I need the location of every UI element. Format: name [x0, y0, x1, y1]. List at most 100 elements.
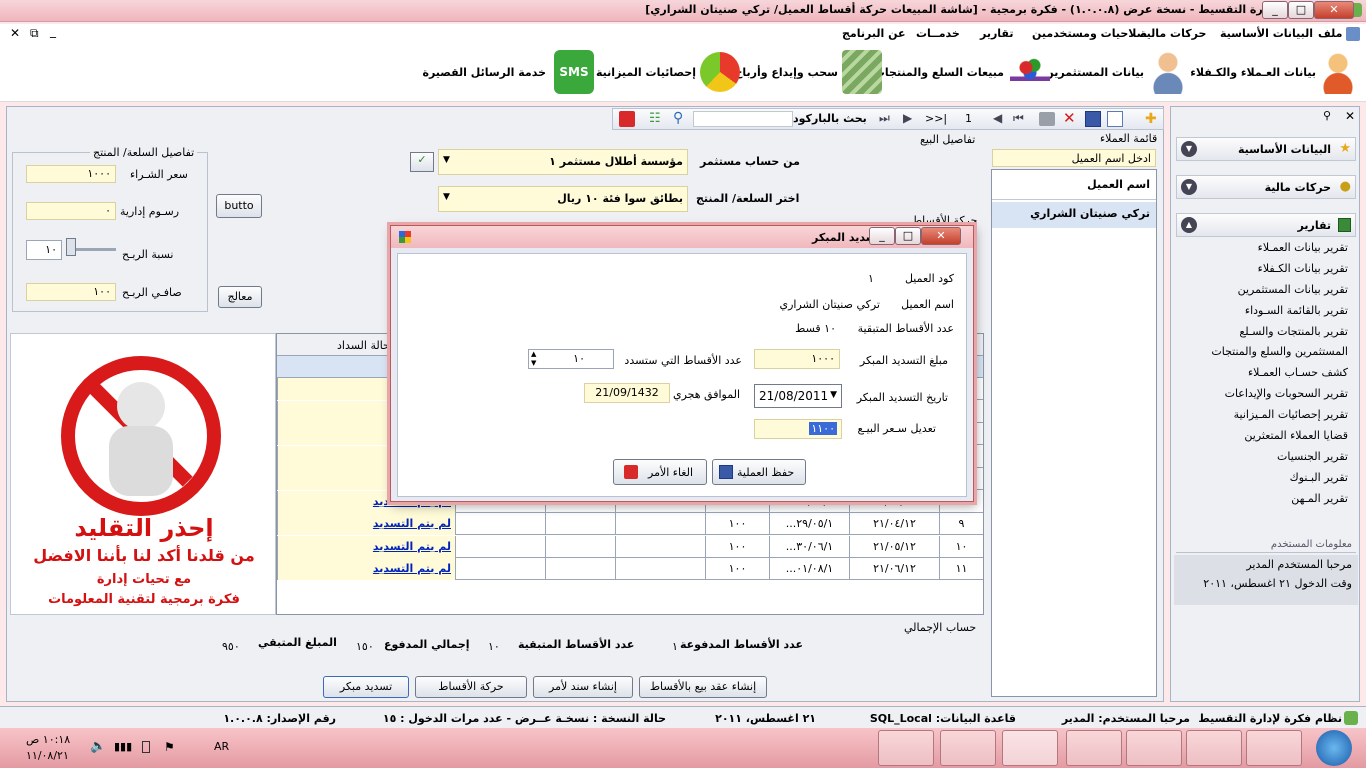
- prev-record-icon[interactable]: ▶: [903, 111, 912, 125]
- slider-thumb[interactable]: [66, 238, 76, 256]
- table-row[interactable]: لم يتم التسديد ١٠٠ ...٠١/٠٨/١ ٢١/٠٦/١٢ ١١: [277, 558, 983, 580]
- net-profit-input[interactable]: ١٠٠: [26, 283, 116, 301]
- taskbar-ie-icon[interactable]: [1066, 730, 1122, 766]
- cart-icon: [1010, 50, 1050, 94]
- mdi-restore-button[interactable]: ⧉: [30, 26, 39, 41]
- sidebar-report-item[interactable]: المستثمرين والسلع والمنتجات: [1176, 345, 1350, 366]
- save-operation-button[interactable]: حفظ العملية: [712, 459, 806, 485]
- dialog-minimize-button[interactable]: _: [869, 227, 895, 245]
- sidebar-report-item[interactable]: قضايا العملاء المتعثرين: [1176, 429, 1350, 450]
- toolbar-customers[interactable]: بيانات العـملاء والكـفلاء: [1190, 44, 1360, 102]
- save-icon[interactable]: [1085, 111, 1101, 127]
- taskbar-media-icon[interactable]: [1186, 730, 1242, 766]
- sidebar-report-item[interactable]: تقرير بالمنتجات والسـلع: [1176, 325, 1350, 346]
- profit-ratio-stepper[interactable]: ١٠: [26, 240, 62, 260]
- menu-reports[interactable]: تقارير: [980, 27, 1013, 40]
- clock-time[interactable]: ١٠:١٨ ص: [26, 733, 70, 746]
- clock-date[interactable]: ١١/٠٨/٢١: [26, 749, 69, 762]
- page-nav[interactable]: >>|: [925, 112, 947, 125]
- menu-file[interactable]: ملف: [1318, 27, 1342, 40]
- chevron-up-icon[interactable]: ▲: [531, 350, 536, 358]
- taskbar-app-icon[interactable]: [940, 730, 996, 766]
- process-button[interactable]: معالج: [218, 286, 262, 308]
- tray-signal-icon[interactable]: ▮▮▮: [114, 740, 132, 753]
- language-indicator[interactable]: AR: [214, 740, 229, 753]
- table-cell[interactable]: لم يتم التسديد: [277, 513, 455, 535]
- taskbar-explorer-icon[interactable]: [1246, 730, 1302, 766]
- installments-movement-button[interactable]: حركة الأقساط: [415, 676, 527, 698]
- generic-button[interactable]: butto: [216, 194, 262, 218]
- payment-date-picker[interactable]: 21/08/2011 ▼: [754, 384, 842, 408]
- product-select[interactable]: بطائق سوا فئة ١٠ ريال ▼: [438, 186, 688, 212]
- table-row[interactable]: لم يتم التسديد ١٠٠ ...٢٩/٠٥/١ ٢١/٠٤/١٢ ٩: [277, 513, 983, 535]
- tray-volume-icon[interactable]: 🔈: [90, 739, 106, 754]
- cancel-button[interactable]: الغاء الأمر: [613, 459, 707, 485]
- create-contract-button[interactable]: إنشاء عقد بيع بالأقساط: [639, 676, 767, 698]
- last-record-icon[interactable]: ⏮: [1013, 111, 1024, 126]
- first-record-icon[interactable]: ⏭: [879, 111, 890, 126]
- menu-services[interactable]: خدمــات: [916, 27, 960, 40]
- table-cell[interactable]: لم يتم التسديد: [277, 558, 455, 580]
- sidebar-report-item[interactable]: تقرير بالقائمة السـوداء: [1176, 304, 1350, 325]
- barcode-input[interactable]: [693, 111, 793, 127]
- next-record-icon[interactable]: ◀: [993, 111, 1002, 125]
- toolbar-withdraw[interactable]: سحب وإيداع وأرباح: [734, 44, 882, 102]
- sidebar-report-item[interactable]: تقرير البـنوك: [1176, 471, 1350, 492]
- edit-icon[interactable]: [1107, 111, 1123, 127]
- sidebar-section-basic[interactable]: ★ البيانات الأساسية ▼: [1176, 137, 1356, 161]
- sidebar-report-item[interactable]: تقرير بيانات الكـفلاء: [1176, 262, 1350, 283]
- early-amount-input[interactable]: ١٠٠٠: [754, 349, 840, 369]
- dialog-close-button[interactable]: ✕: [921, 227, 961, 245]
- filter-icon[interactable]: ☷: [649, 111, 661, 126]
- toolbar-sms[interactable]: SMS خدمة الرسائل القصيرة: [422, 44, 594, 102]
- early-payment-button[interactable]: تسديد مبكر: [323, 676, 409, 698]
- sidebar-section-financial[interactable]: ● حركات مالية ▼: [1176, 175, 1356, 199]
- mdi-minimize-button[interactable]: _: [50, 24, 56, 38]
- sidebar-report-item[interactable]: كشف حسـاب العمـلاء: [1176, 366, 1350, 387]
- taskbar-vs-icon[interactable]: [1002, 730, 1058, 766]
- menu-financial[interactable]: حركات مالية: [1140, 27, 1206, 40]
- investor-select[interactable]: مؤسسة أطلال مستثمر ١ ▼: [438, 149, 688, 175]
- customer-search-input[interactable]: ادخل اسم العميل: [992, 149, 1156, 167]
- toolbar-stats[interactable]: إحصائيات الميزانية: [596, 44, 740, 102]
- tray-battery-icon[interactable]: [142, 741, 150, 753]
- close-button[interactable]: ✕: [1314, 1, 1354, 19]
- paid-installments-stepper[interactable]: ▲ ▼ ١٠: [528, 349, 614, 369]
- table-row[interactable]: لم يتم التسديد ١٠٠ ...٣٠/٠٦/١ ٢١/٠٥/١٢ ١٠: [277, 535, 983, 558]
- dialog-maximize-button[interactable]: □: [895, 227, 921, 245]
- taskbar-chrome-icon[interactable]: [1126, 730, 1182, 766]
- search-icon[interactable]: ⚲: [673, 110, 683, 126]
- menu-basic-data[interactable]: البيانات الأساسية: [1220, 27, 1313, 40]
- toolbar-sales[interactable]: مبيعات السلع والمنتجات: [874, 44, 1050, 102]
- menu-permissions[interactable]: صلاحيات ومستخدمين: [1032, 27, 1147, 40]
- sidebar-report-item[interactable]: تقرير الجنسيات: [1176, 450, 1350, 471]
- taskbar-paint-icon[interactable]: [878, 730, 934, 766]
- sidebar-report-item[interactable]: تقرير السحوبات والإيداعات: [1176, 387, 1350, 408]
- maximize-button[interactable]: □: [1288, 1, 1314, 19]
- sidebar-report-item[interactable]: تقرير المـهن: [1176, 492, 1350, 513]
- customer-row[interactable]: تركي صنيتان الشراري: [992, 202, 1156, 228]
- create-promissory-button[interactable]: إنشاء سند لأمر: [533, 676, 633, 698]
- exit-icon[interactable]: [619, 111, 635, 127]
- minimize-button[interactable]: _: [1262, 1, 1288, 19]
- chevron-down-icon[interactable]: ▼: [531, 359, 536, 367]
- sidebar-report-item[interactable]: تقرير إحصائيات المـيزانية: [1176, 408, 1350, 429]
- price-edit-input[interactable]: ١١٠٠: [754, 419, 842, 439]
- delete-icon[interactable]: ✕: [1063, 109, 1076, 127]
- admin-fees-input[interactable]: ٠: [26, 202, 116, 220]
- print-icon[interactable]: [1039, 112, 1055, 126]
- sidebar-pin-icon[interactable]: ⚲: [1323, 109, 1331, 122]
- menu-about[interactable]: عن البرنامج: [842, 27, 905, 40]
- toolbar-investors[interactable]: بيانات المستثمرين: [1044, 44, 1188, 102]
- sidebar-report-item[interactable]: تقرير بيانات العمـلاء: [1176, 241, 1350, 262]
- purchase-price-input[interactable]: ١٠٠٠: [26, 165, 116, 183]
- start-button[interactable]: [1316, 730, 1352, 766]
- confirm-icon[interactable]: ✓: [410, 152, 434, 172]
- sidebar-section-reports[interactable]: تقارير ▲: [1176, 213, 1356, 237]
- mdi-close-button[interactable]: ✕: [10, 26, 20, 40]
- sidebar-report-item[interactable]: تقرير بيانات المستثمرين: [1176, 283, 1350, 304]
- sidebar-close-icon[interactable]: ✕: [1345, 109, 1355, 123]
- add-icon[interactable]: ✚: [1145, 111, 1157, 127]
- table-cell[interactable]: لم يتم التسديد: [277, 535, 455, 558]
- tray-flag-icon[interactable]: ⚑: [164, 740, 175, 754]
